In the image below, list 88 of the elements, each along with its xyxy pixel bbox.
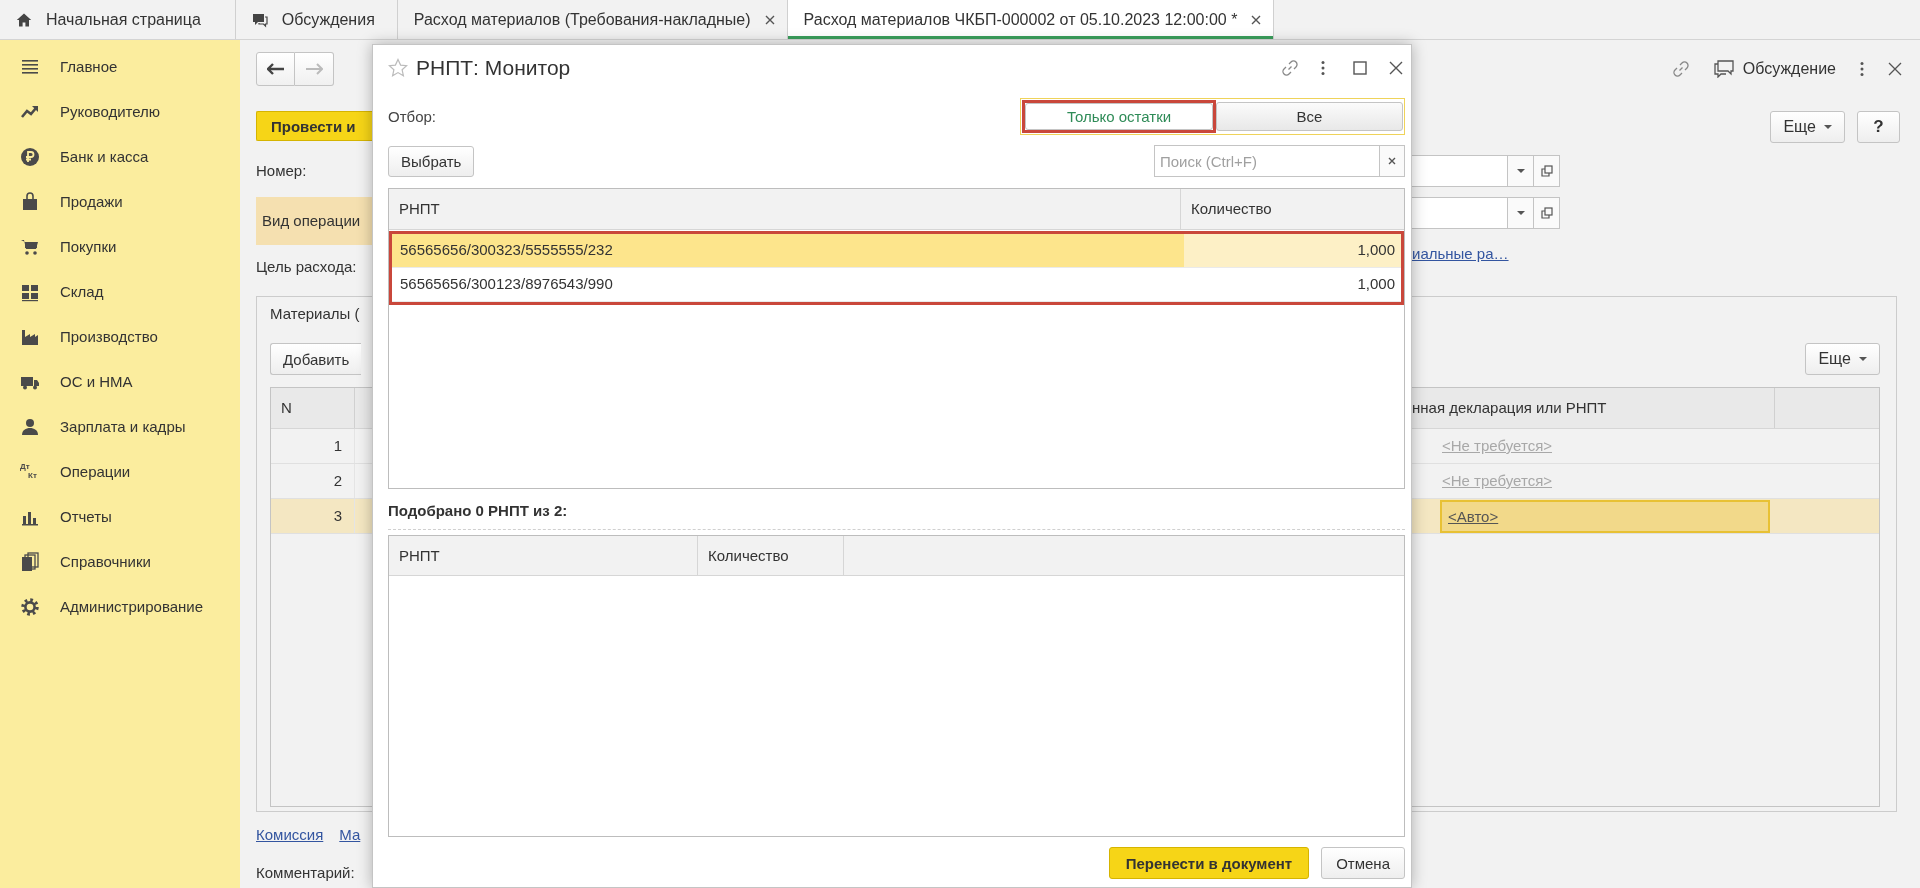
clear-button[interactable] [1380,145,1405,177]
sidebar-item[interactable]: ОС и НМА [0,359,240,404]
discussion-button[interactable]: Обсуждение [1713,60,1836,78]
close-icon [1388,157,1396,165]
table-row[interactable]: <Авто> [1412,499,1879,534]
more-icon[interactable] [1860,61,1864,77]
more-button[interactable]: Еще [1770,111,1845,143]
left-arrow-icon [266,63,285,75]
link[interactable]: <Авто> [1440,499,1770,533]
add-button[interactable]: Добавить [270,343,362,375]
documents-icon [20,551,40,572]
maximize-icon[interactable] [1353,61,1367,75]
caret-icon [1516,169,1525,173]
caret-icon [1824,125,1832,129]
tab[interactable]: Расход материалов (Требования-накладные) [397,0,788,39]
table-cell: 2 [271,464,355,498]
tab[interactable]: Обсуждения [235,0,398,39]
star-icon[interactable] [388,58,408,78]
transfer-button[interactable]: Перенести в документ [1108,847,1310,879]
dialog-title: РНПТ: Монитор [416,56,571,80]
close-icon[interactable] [764,14,775,25]
more-icon[interactable] [1321,60,1325,76]
column-header[interactable]: Количество [698,536,844,575]
close-icon[interactable] [1251,14,1262,25]
help-button[interactable]: ? [1857,111,1900,143]
sidebar-item[interactable]: Производство [0,314,240,359]
sidebar-item[interactable]: Зарплата и кадры [0,404,240,449]
close-icon[interactable] [1888,62,1902,76]
caret-icon [1516,211,1525,215]
right-arrow-icon [305,63,323,75]
more-button[interactable]: Еще [1805,343,1880,375]
select-field[interactable] [1412,155,1560,187]
bag-icon [20,191,40,212]
table-cell-text: 1,000 [1356,274,1396,294]
search-field[interactable]: Поиск (Ctrl+F) [1154,145,1380,177]
field-label: Вид операции [256,197,372,245]
field-label: Номер: [256,161,307,181]
table-cell: 3 [271,499,355,533]
caret-icon [1859,357,1867,361]
debit-credit-icon: Дт Кт [20,461,40,482]
link[interactable]: Комиссия [256,824,324,846]
open-window-icon [1540,165,1553,177]
table-cell-text: 56565656/300123/8976543/990 [399,274,614,294]
sidebar-item[interactable]: Справочники [0,539,240,584]
table-cell: 1,000 [1184,234,1401,267]
table-row[interactable]: 3 [271,499,372,534]
sidebar-item[interactable]: Продажи [0,179,240,224]
tab[interactable]: Материалы ( [270,297,360,330]
column-header[interactable]: РНПТ [389,536,698,575]
table-row[interactable]: 56565656/300323/5555555/232 1,000 [392,234,1401,268]
link[interactable]: иальные ра… [1412,243,1509,265]
link-icon[interactable] [1671,60,1690,78]
person-icon [20,416,40,437]
sidebar-item[interactable]: Главное [0,44,240,89]
chat-icon [1713,60,1734,78]
sidebar-item[interactable]: Администрирование [0,584,240,629]
post-button[interactable]: Провести и [256,111,372,141]
chat-icon [251,11,268,28]
table-cell: 56565656/300323/5555555/232 [392,234,1184,267]
close-icon[interactable] [1389,61,1403,75]
cancel-button[interactable]: Отмена [1321,847,1405,879]
home-icon [16,11,32,28]
select-button[interactable]: Выбрать [388,145,475,177]
column-header[interactable]: Количество [1181,189,1404,229]
sidebar-item[interactable]: Банк и касса [0,134,240,179]
tab[interactable]: Начальная страница [0,0,236,39]
link[interactable]: Ма [339,824,361,846]
ruble-coin-icon [20,146,40,167]
sidebar-item[interactable]: Руководителю [0,89,240,134]
sidebar-item[interactable]: Дт Кт Операции [0,449,240,494]
settings-icon [20,596,40,617]
sidebar-item[interactable]: Покупки [0,224,240,269]
table-row[interactable]: 56565656/300123/8976543/990 1,000 [392,268,1401,302]
filter-option[interactable]: Все [1216,102,1403,131]
selection-caption: Подобрано 0 РНПТ из 2: [388,501,569,521]
link-icon[interactable] [1281,59,1299,77]
column-header[interactable]: РНПТ [389,189,1181,229]
table-cell: 1 [271,429,355,463]
select-field[interactable] [1412,197,1560,229]
sidebar-item[interactable]: Склад [0,269,240,314]
open-window-icon [1540,207,1553,219]
back-button[interactable] [256,52,295,86]
tab[interactable]: Расход материалов ЧКБП-000002 от 05.10.2023 12:00:00 * [787,0,1275,39]
filter-label: Отбор: [388,108,436,125]
field-label: Комментарий: [256,863,355,883]
filter-option[interactable]: Только остатки [1025,103,1213,130]
sidebar-item[interactable]: Отчеты [0,494,240,539]
field-label: Цель расхода: [256,257,357,277]
